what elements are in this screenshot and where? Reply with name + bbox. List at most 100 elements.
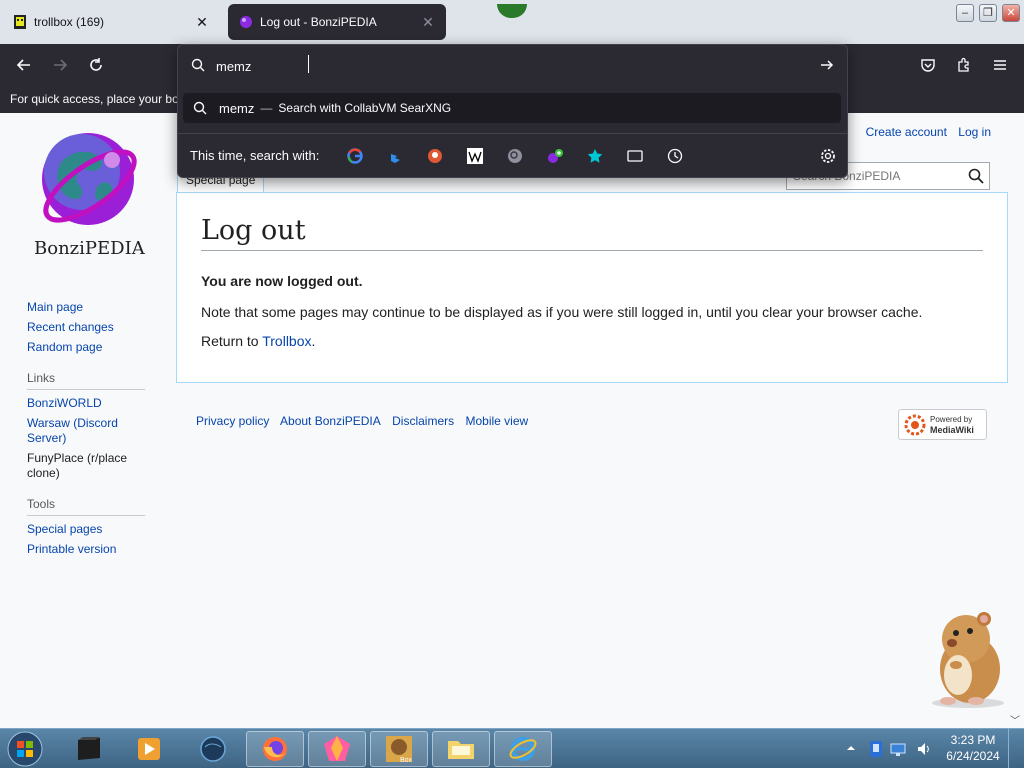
bing-icon bbox=[391, 148, 401, 163]
close-icon[interactable]: ✕ bbox=[420, 14, 436, 31]
taskbar-firefox-app[interactable] bbox=[246, 731, 304, 767]
sidebar-item-random-page[interactable]: Random page bbox=[27, 340, 147, 355]
personal-tools: Create account Log in bbox=[858, 125, 991, 139]
sidebar: Main page Recent changes Random page Lin… bbox=[27, 300, 147, 562]
tab-trollbox[interactable]: trollbox (169) ✕ bbox=[2, 4, 220, 40]
taskbar-explorer-app[interactable] bbox=[432, 731, 490, 767]
menu-button[interactable] bbox=[989, 54, 1011, 76]
forward-button[interactable] bbox=[49, 54, 71, 76]
hamster-box-icon: Box bbox=[386, 736, 413, 764]
powered-by-line1: Powered by bbox=[930, 414, 973, 424]
log-in-link[interactable]: Log in bbox=[958, 125, 991, 139]
pocket-button[interactable] bbox=[917, 54, 939, 76]
tab-title: trollbox (169) bbox=[34, 15, 105, 29]
create-account-link[interactable]: Create account bbox=[866, 125, 947, 139]
tabs-icon bbox=[627, 149, 643, 162]
urlbar-popup: memz — Search with CollabVM SearXNG This… bbox=[177, 44, 848, 178]
tray-app-icon[interactable] bbox=[868, 740, 884, 758]
minimize-button[interactable]: – bbox=[956, 4, 974, 22]
sidebar-item-funyplace[interactable]: FunyPlace (r/place clone) bbox=[27, 451, 147, 481]
google-icon bbox=[347, 147, 364, 164]
page-title: Log out bbox=[201, 215, 983, 251]
svg-text:Box: Box bbox=[400, 757, 413, 764]
wikipedia-engine-button[interactable] bbox=[455, 141, 495, 171]
sidebar-item-main-page[interactable]: Main page bbox=[27, 300, 147, 315]
history-search-button[interactable] bbox=[655, 141, 695, 171]
sidebar-item-printable-version[interactable]: Printable version bbox=[27, 542, 147, 557]
bookmarks-search-button[interactable] bbox=[575, 141, 615, 171]
footer-about[interactable]: About BonziPEDIA bbox=[280, 414, 381, 428]
footer-links: Privacy policy About BonziPEDIA Disclaim… bbox=[196, 414, 536, 428]
taskbar-hamster-box-app[interactable]: Box bbox=[370, 731, 428, 767]
wallpaper-fragment bbox=[497, 4, 527, 18]
extensions-button[interactable] bbox=[953, 54, 975, 76]
scroll-down-arrow-icon[interactable]: ﹀ bbox=[1010, 712, 1020, 727]
return-prefix: Return to bbox=[201, 333, 263, 349]
hamburger-icon bbox=[994, 60, 1006, 70]
footer-privacy-policy[interactable]: Privacy policy bbox=[196, 414, 269, 428]
one-off-search-bar: This time, search with: bbox=[178, 133, 847, 177]
reload-icon bbox=[90, 58, 102, 71]
footer-mobile-view[interactable]: Mobile view bbox=[465, 414, 528, 428]
sidebar-item-bonziworld[interactable]: BonziWORLD bbox=[27, 396, 147, 411]
maximize-button[interactable]: ❐ bbox=[979, 4, 997, 22]
taskbar-bonzi-app[interactable] bbox=[308, 731, 366, 767]
urlbar-row bbox=[178, 45, 847, 85]
sidebar-item-recent-changes[interactable]: Recent changes bbox=[27, 320, 147, 335]
footer-disclaimers[interactable]: Disclaimers bbox=[392, 414, 454, 428]
network-icon[interactable] bbox=[890, 741, 906, 757]
gear-icon bbox=[821, 148, 835, 163]
tray-expand-icon[interactable] bbox=[846, 743, 856, 753]
globe-icon bbox=[200, 736, 226, 762]
powered-by-mediawiki-badge[interactable]: Powered by MediaWiki bbox=[898, 409, 987, 440]
internet-explorer-icon bbox=[509, 737, 537, 761]
terminal-icon bbox=[78, 737, 100, 760]
hamster-desktop-pet[interactable] bbox=[918, 603, 1010, 709]
windows-taskbar: Box bbox=[0, 728, 1024, 768]
url-input[interactable] bbox=[216, 55, 816, 77]
window-close-button[interactable]: ✕ bbox=[1002, 4, 1020, 22]
show-desktop-button[interactable] bbox=[1008, 728, 1024, 768]
reload-button[interactable] bbox=[85, 54, 107, 76]
searxng-engine-button[interactable] bbox=[495, 141, 535, 171]
search-icon bbox=[191, 58, 205, 72]
sidebar-item-special-pages[interactable]: Special pages bbox=[27, 522, 147, 537]
search-suggestion[interactable]: memz — Search with CollabVM SearXNG bbox=[183, 93, 841, 123]
sidebar-item-warsaw[interactable]: Warsaw (Discord Server) bbox=[27, 416, 147, 446]
duckduckgo-engine-button[interactable] bbox=[415, 141, 455, 171]
tab-log-out[interactable]: Log out - BonziPEDIA ✕ bbox=[228, 4, 446, 40]
tabs-search-button[interactable] bbox=[615, 141, 655, 171]
searxng-icon bbox=[508, 148, 523, 163]
volume-icon[interactable] bbox=[916, 741, 932, 757]
trollbox-favicon-icon bbox=[14, 15, 26, 29]
return-line: Return to Trollbox. bbox=[201, 333, 315, 349]
custom-engine-button[interactable] bbox=[535, 141, 575, 171]
google-engine-button[interactable] bbox=[335, 141, 375, 171]
one-off-label: This time, search with: bbox=[190, 148, 320, 163]
taskbar-terminal-app[interactable] bbox=[60, 731, 118, 767]
text-cursor bbox=[308, 55, 309, 73]
pocket-icon bbox=[921, 59, 935, 72]
taskbar-media-player-app[interactable] bbox=[120, 731, 178, 767]
cache-note: Note that some pages may continue to be … bbox=[201, 304, 923, 320]
mediawiki-flower-icon bbox=[904, 414, 926, 435]
arrow-left-icon bbox=[16, 59, 30, 71]
taskbar-clock[interactable]: 3:23 PM 6/24/2024 bbox=[940, 732, 1006, 764]
search-settings-button[interactable] bbox=[808, 141, 848, 171]
page-content: Log out You are now logged out. Note tha… bbox=[176, 192, 1008, 383]
bing-engine-button[interactable] bbox=[375, 141, 415, 171]
taskbar-globe-app[interactable] bbox=[184, 731, 242, 767]
search-icon bbox=[193, 101, 207, 115]
taskbar-internet-explorer-app[interactable] bbox=[494, 731, 552, 767]
close-icon[interactable]: ✕ bbox=[194, 14, 210, 31]
search-icon[interactable] bbox=[968, 168, 984, 184]
duckduckgo-icon bbox=[428, 148, 443, 163]
sidebar-heading-tools: Tools bbox=[27, 497, 145, 516]
browser-tab-strip: trollbox (169) ✕ Log out - BonziPEDIA ✕ … bbox=[0, 0, 1024, 44]
return-link-trollbox[interactable]: Trollbox bbox=[262, 333, 311, 349]
powered-by-line2: MediaWiki bbox=[930, 424, 974, 435]
back-button[interactable] bbox=[13, 54, 35, 76]
media-player-icon bbox=[138, 738, 160, 760]
go-arrow-icon[interactable] bbox=[819, 57, 835, 73]
start-button[interactable] bbox=[5, 730, 45, 768]
